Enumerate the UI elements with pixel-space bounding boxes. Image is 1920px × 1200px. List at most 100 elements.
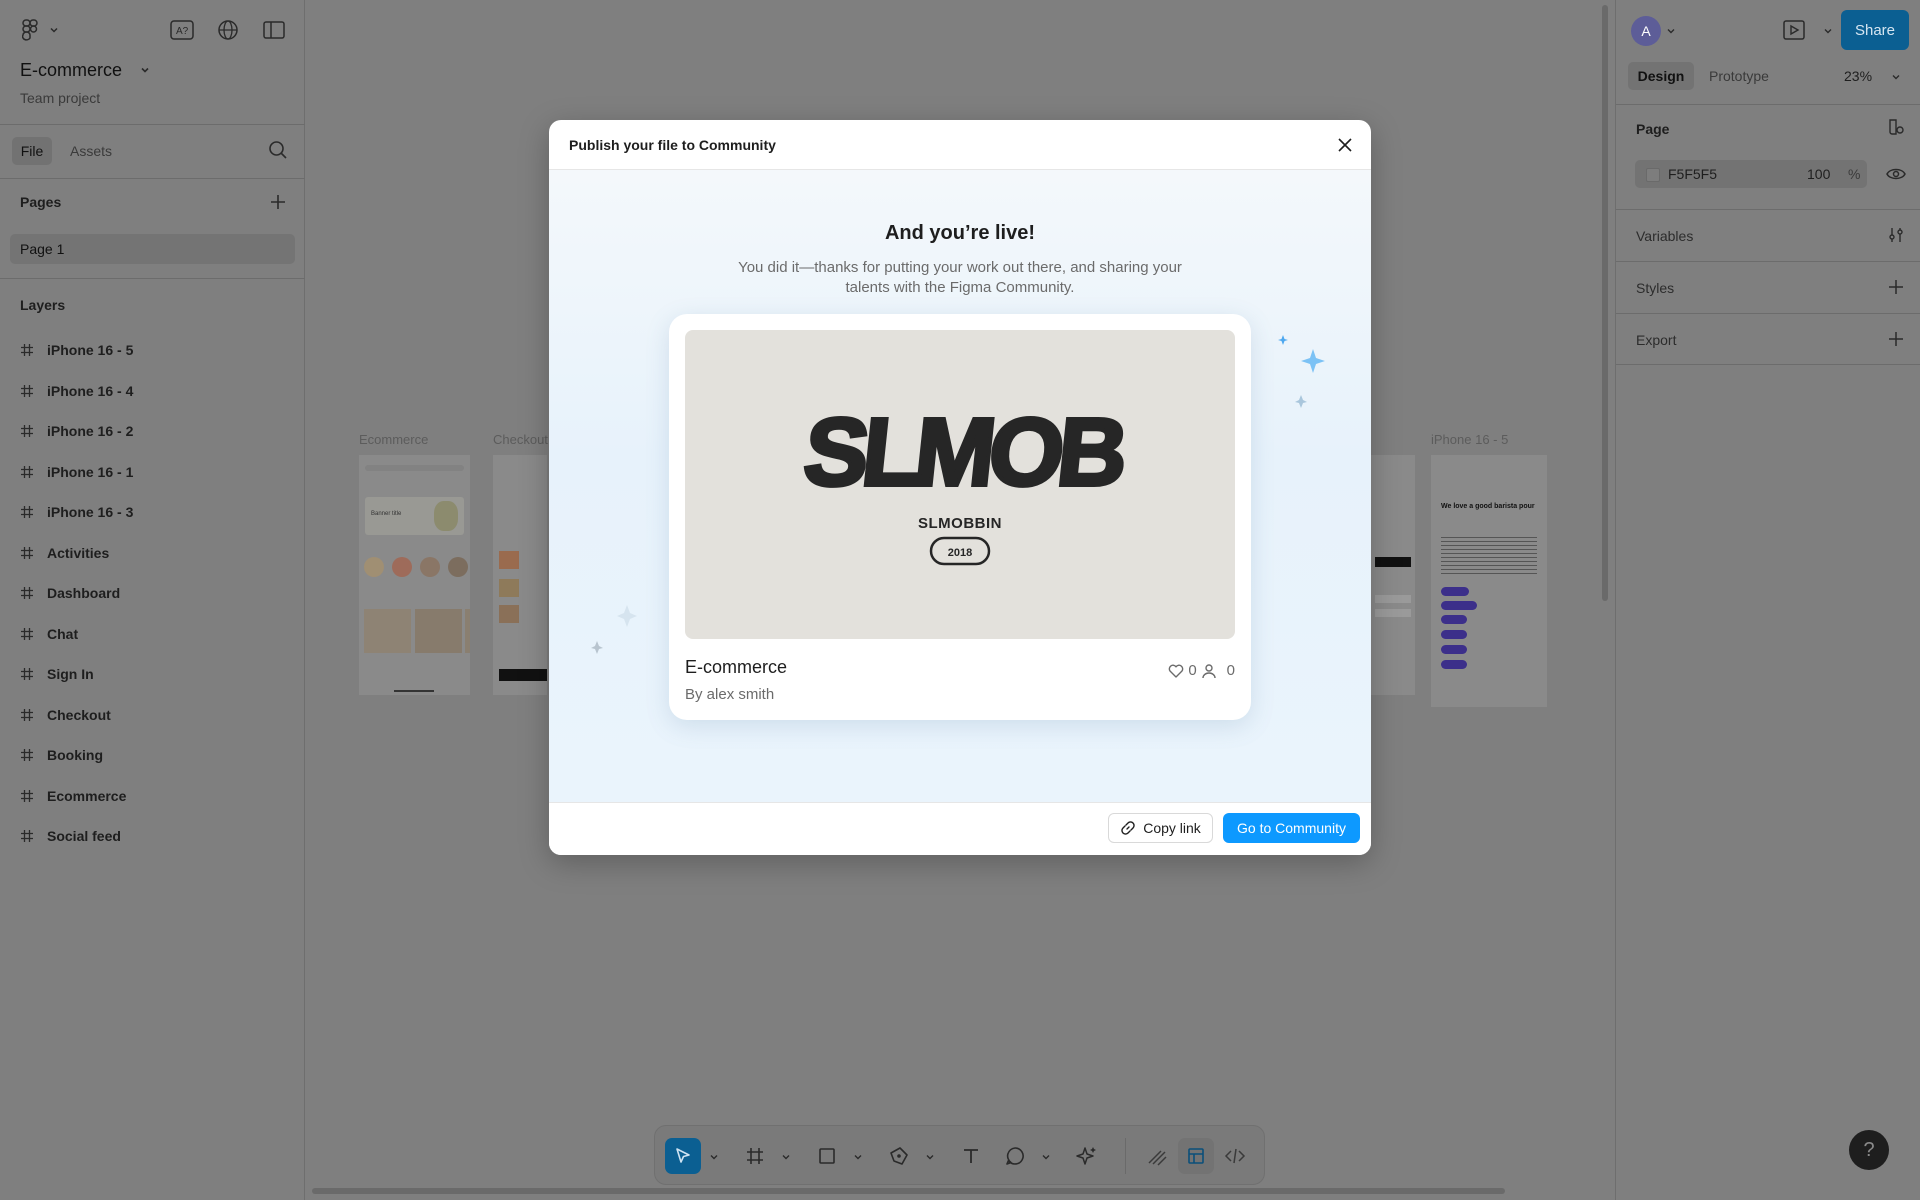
community-file-card[interactable]: SLMOB SLMOBBIN 2018 E-commerce By alex s… [669, 314, 1251, 720]
avatar[interactable]: A [1631, 16, 1661, 46]
layer-item[interactable]: Activities [20, 538, 290, 568]
text-tool-icon[interactable] [953, 1138, 989, 1174]
tab-design[interactable]: Design [1628, 62, 1694, 90]
thumb-circle [364, 557, 384, 577]
frame-thumb-partial[interactable] [1371, 455, 1415, 695]
thumb-input [1375, 595, 1411, 603]
layer-item[interactable]: Checkout [20, 700, 290, 730]
add-export-plus-icon[interactable] [1887, 330, 1905, 348]
copy-link-button[interactable]: Copy link [1108, 813, 1213, 843]
rectangle-tool-icon[interactable] [809, 1138, 845, 1174]
layer-label: iPhone 16 - 2 [47, 423, 134, 439]
export-heading: Export [1636, 332, 1677, 348]
search-icon[interactable] [268, 140, 288, 160]
present-chevron-icon[interactable] [1823, 26, 1833, 36]
divider [0, 278, 305, 279]
horizontal-scrollbar[interactable] [312, 1188, 1505, 1194]
layer-label: iPhone 16 - 5 [47, 342, 134, 358]
success-headline: And you’re live! [884, 222, 1036, 244]
layer-item[interactable]: iPhone 16 - 2 [20, 416, 290, 446]
page-opacity-unit: % [1848, 166, 1861, 182]
ai-text-icon[interactable]: A? [170, 18, 194, 42]
layer-item[interactable]: Social feed [20, 821, 290, 851]
layer-item[interactable]: iPhone 16 - 5 [20, 335, 290, 365]
shape-tool-chevron-icon[interactable] [853, 1152, 863, 1162]
go-to-community-button[interactable]: Go to Community [1223, 813, 1360, 843]
thumb-input [1375, 609, 1411, 617]
card-author[interactable]: By alex smith [685, 686, 774, 703]
styles-heading: Styles [1636, 280, 1675, 296]
tab-prototype[interactable]: Prototype [1709, 68, 1769, 84]
layer-item[interactable]: iPhone 16 - 3 [20, 497, 290, 527]
page-opacity[interactable]: 100 [1807, 166, 1830, 182]
heart-icon[interactable] [1168, 664, 1184, 678]
move-tool-chevron-icon[interactable] [709, 1152, 719, 1162]
layer-label: iPhone 16 - 1 [47, 463, 134, 480]
frame-thumb-ecommerce[interactable]: Banner title [359, 455, 470, 695]
layer-label: Activities [47, 544, 110, 561]
layer-item[interactable]: Sign In [20, 659, 290, 689]
variables-adjust-icon[interactable] [1887, 226, 1905, 244]
file-thumbnail[interactable]: SLMOB SLMOBBIN 2018 [685, 330, 1235, 639]
color-swatch[interactable] [1646, 168, 1660, 182]
visibility-eye-icon[interactable] [1886, 166, 1906, 182]
pen-tool-chevron-icon[interactable] [925, 1152, 935, 1162]
file-menu-chevron-icon[interactable] [139, 64, 151, 76]
layer-item[interactable]: Chat [20, 619, 290, 649]
comment-tool-chevron-icon[interactable] [1041, 1152, 1051, 1162]
menu-chevron-down-icon[interactable] [42, 18, 66, 42]
layer-label: Booking [47, 747, 103, 763]
thumb-banner-image [434, 501, 458, 531]
frame-thumb-iphone-16-5[interactable]: We love a good barista pour [1431, 455, 1547, 707]
frame-label-iphone-16-5[interactable]: iPhone 16 - 5 [1431, 432, 1508, 447]
zoom-level[interactable]: 23% [1844, 68, 1872, 84]
frame-hash-icon [20, 384, 34, 398]
dev-mode-code-icon[interactable] [1217, 1138, 1253, 1174]
tab-assets[interactable]: Assets [70, 143, 112, 159]
present-play-icon[interactable] [1783, 20, 1805, 40]
thumb-pill [1441, 630, 1467, 639]
zoom-chevron-icon[interactable] [1891, 72, 1901, 82]
frame-tool-chevron-icon[interactable] [781, 1152, 791, 1162]
modal-header: Publish your file to Community [549, 120, 1371, 170]
page-color-hex[interactable]: F5F5F5 [1668, 166, 1717, 182]
card-file-name[interactable]: E-commerce [685, 657, 787, 678]
layer-item[interactable]: Booking [20, 740, 290, 770]
help-button[interactable]: ? [1849, 1130, 1889, 1170]
page-item-page-1[interactable]: Page 1 [10, 234, 295, 264]
draw-mode-icon[interactable] [1139, 1138, 1175, 1174]
sidebar-toggle-icon[interactable] [262, 18, 286, 42]
layer-item[interactable]: Dashboard [20, 578, 290, 608]
share-button[interactable]: Share [1841, 10, 1909, 50]
thumb-pill [1441, 601, 1477, 610]
frame-tool-hash-icon[interactable] [737, 1138, 773, 1174]
tab-file[interactable]: File [12, 137, 52, 165]
file-title[interactable]: E-commerce [20, 60, 122, 81]
figma-menu-icon[interactable] [18, 18, 42, 42]
project-name[interactable]: Team project [20, 90, 100, 106]
page-color-field[interactable]: F5F5F5 100 % [1635, 160, 1867, 188]
frame-label-checkout[interactable]: Checkout [493, 432, 553, 447]
svg-text:SLMOB: SLMOB [799, 399, 1129, 506]
thumb-black-bar [1375, 557, 1411, 567]
globe-icon[interactable] [216, 18, 240, 42]
layer-item[interactable]: Ecommerce [20, 781, 290, 811]
avatar-chevron-icon[interactable] [1666, 26, 1676, 36]
frame-thumb-checkout[interactable] [493, 455, 547, 695]
page-color-styles-icon[interactable] [1887, 118, 1905, 136]
right-panel: A Share Design Prototype 23% Page F5F5F5… [1615, 0, 1920, 1200]
layer-item[interactable]: iPhone 16 - 4 [20, 376, 290, 406]
ai-actions-sparkle-icon[interactable] [1069, 1138, 1105, 1174]
layer-item[interactable]: iPhone 16 - 1 [20, 457, 290, 487]
add-page-plus-icon[interactable] [268, 192, 288, 212]
design-mode-icon[interactable] [1178, 1138, 1214, 1174]
pen-tool-icon[interactable] [881, 1138, 917, 1174]
frame-label-ecommerce[interactable]: Ecommerce [359, 432, 428, 447]
comment-tool-icon[interactable] [997, 1138, 1033, 1174]
pages-heading: Pages [20, 194, 62, 210]
vertical-scrollbar[interactable] [1602, 5, 1608, 601]
close-icon[interactable] [1335, 135, 1355, 155]
toolbar-divider [1125, 1138, 1126, 1174]
add-style-plus-icon[interactable] [1887, 278, 1905, 296]
move-tool-cursor-icon[interactable] [665, 1138, 701, 1174]
